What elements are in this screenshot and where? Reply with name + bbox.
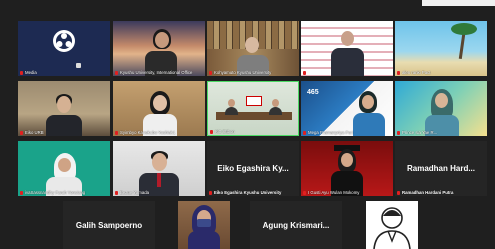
participant-name: Eiko URB	[20, 130, 44, 135]
participant-tile-2[interactable]: Kyushu University, International Office	[113, 21, 205, 76]
participant-tile-18[interactable]: Agung Krismari...	[250, 201, 342, 249]
participant-name: Kohyamuto Kyushu University	[209, 70, 271, 75]
mic-off-icon	[303, 130, 306, 135]
participant-tile-13[interactable]: Eiko Egashira Ky... Eiko Egashira Kyushu…	[207, 141, 299, 196]
participant-tile-10[interactable]: Prince sia Yae R...	[395, 81, 487, 136]
mic-off-icon	[209, 70, 212, 75]
participant-tile-4[interactable]	[301, 21, 393, 76]
participant-tile-16[interactable]: Galih Sampoerno	[63, 201, 155, 249]
participant-tile-7[interactable]: Syimbyo Kanekubo Yoshiak1	[113, 81, 205, 136]
participant-tile-6[interactable]: Eiko URB	[18, 81, 110, 136]
mic-off-icon	[20, 70, 23, 75]
mic-off-icon	[115, 70, 118, 75]
participant-tile-19[interactable]	[366, 201, 418, 249]
participant-name	[303, 71, 308, 75]
participant-name: Mega Pramanpriya Puri	[303, 130, 353, 135]
muted-icon	[76, 63, 81, 68]
mic-off-icon	[115, 190, 118, 195]
mic-off-icon	[397, 130, 400, 135]
mic-off-icon	[209, 190, 212, 195]
participant-display-name: Ramadhan Hard...	[406, 164, 475, 173]
participant-tile-14[interactable]: I Gusti Ayu Wulan Mokomy	[301, 141, 393, 196]
mic-off-icon	[397, 190, 400, 195]
participant-tile-11[interactable]: ivaSassnandhy Farah Yonsiang	[18, 141, 110, 196]
participant-name: alen ranki Pact	[397, 70, 430, 75]
participant-display-name: Eiko Egashira Ky...	[217, 164, 289, 173]
mic-off-icon	[210, 129, 213, 134]
participant-name: Ramadhan Hardani Putra	[397, 190, 453, 195]
participant-tile-1[interactable]: Media	[18, 21, 110, 76]
mic-off-icon	[303, 71, 306, 75]
mic-off-icon	[20, 130, 23, 135]
mic-off-icon	[20, 190, 23, 195]
top-bar	[0, 0, 495, 11]
participant-tile-8[interactable]: Kitt Sttbon	[207, 81, 299, 136]
participant-tile-9[interactable]: 465 Mega Pramanpriya Puri	[301, 81, 393, 136]
participant-name: I Gusti Ayu Wulan Mokomy	[303, 190, 359, 195]
mic-off-icon	[115, 130, 118, 135]
participant-name: Eiko Egashira Kyushu University	[209, 190, 281, 195]
participant-tile-17[interactable]	[178, 201, 230, 249]
top-bar-accent	[422, 0, 495, 6]
participant-name: ivaSassnandhy Farah Yonsiang	[20, 190, 85, 195]
participant-name: Media	[20, 70, 37, 75]
user-avatar-icon	[373, 207, 411, 249]
mic-off-icon	[303, 190, 306, 195]
mic-off-icon	[397, 70, 400, 75]
participant-tile-3[interactable]: Kohyamuto Kyushu University	[207, 21, 299, 76]
app-logo-icon	[53, 30, 75, 52]
participant-name: Bezue Yamada	[115, 190, 149, 195]
participant-display-name: Agung Krismari...	[262, 220, 330, 230]
participant-display-name: Galih Sampoerno	[75, 220, 143, 230]
participant-tile-5[interactable]: alen ranki Pact	[395, 21, 487, 76]
participant-name: Prince sia Yae R...	[397, 130, 437, 135]
participant-tile-15[interactable]: Ramadhan Hard... Ramadhan Hardani Putra	[395, 141, 487, 196]
participant-name: Kyushu University, International Office	[115, 70, 192, 75]
participant-name: Syimbyo Kanekubo Yoshiak1	[115, 130, 175, 135]
participant-name: Kitt Sttbon	[210, 129, 235, 134]
participant-tile-12[interactable]: Bezue Yamada	[113, 141, 205, 196]
